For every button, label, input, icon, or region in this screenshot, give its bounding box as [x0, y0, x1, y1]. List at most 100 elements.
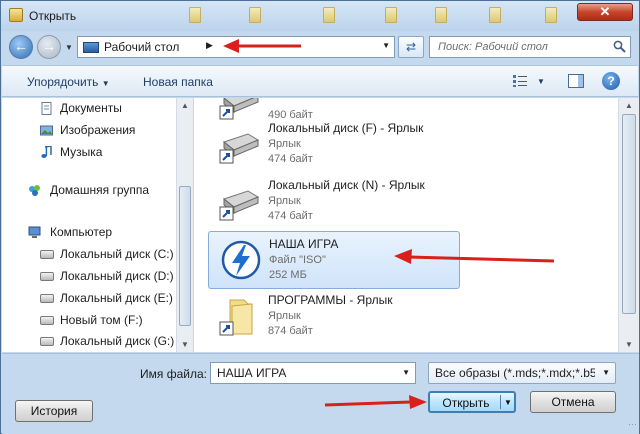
list-item[interactable]	[208, 346, 460, 352]
sidebar-item-homegroup[interactable]: Домашняя группа	[2, 180, 176, 202]
back-button[interactable]: ←	[9, 35, 33, 59]
background-folder-icon	[249, 7, 261, 23]
close-button[interactable]: ✕	[577, 3, 633, 21]
file-size: 252 МБ	[269, 269, 307, 281]
chevron-right-icon[interactable]: ▶	[206, 40, 213, 51]
desktop-icon	[83, 42, 99, 53]
folder-shortcut-icon	[219, 299, 253, 336]
file-size: 474 байт	[268, 153, 313, 165]
scroll-up-icon[interactable]: ▲	[625, 101, 633, 110]
sidebar-item-computer[interactable]: Компьютер	[2, 222, 176, 244]
sidebar-item-label: Домашняя группа	[50, 183, 150, 197]
chevron-down-icon: ▼	[101, 79, 110, 88]
sidebar-item-label: Изображения	[60, 123, 136, 137]
filename-value: НАША ИГРА	[217, 366, 287, 380]
help-button[interactable]: ?	[602, 72, 620, 90]
sidebar-item-drive-c[interactable]: Локальный диск (C:)	[2, 244, 176, 266]
sidebar-item-drive-f[interactable]: Новый том (F:)	[2, 310, 176, 332]
search-placeholder: Поиск: Рабочий стол	[438, 41, 548, 53]
view-list-icon[interactable]	[512, 74, 528, 88]
list-item[interactable]: ПРОГРАММЫ - Ярлык Ярлык 874 байт	[208, 288, 460, 346]
sidebar-item-label: Локальный диск (D:)	[60, 269, 174, 283]
navigation-pane: Документы Изображения Музыка Домашняя гр…	[2, 98, 176, 352]
documents-icon	[41, 102, 52, 115]
scroll-up-icon[interactable]: ▲	[181, 101, 189, 110]
background-folder-icon	[385, 7, 397, 23]
file-type-select[interactable]: Все образы (*.mds;*.mdx;*.b5t; ▼	[428, 362, 616, 384]
drive-shortcut-icon	[219, 133, 260, 164]
list-item[interactable]: Локальный диск (N) - Ярлык Ярлык 474 бай…	[208, 173, 460, 231]
file-type: Файл "ISO"	[269, 254, 326, 266]
background-folder-icon	[323, 7, 335, 23]
open-button[interactable]: Открыть ▼	[428, 391, 516, 413]
file-type: Ярлык	[268, 138, 301, 150]
sidebar-item-label: Новый том (F:)	[60, 313, 143, 327]
search-icon	[613, 40, 626, 53]
file-size: 874 байт	[268, 325, 313, 337]
organize-label: Упорядочить	[27, 75, 99, 89]
address-bar[interactable]: Рабочий стол ▶ ▼	[77, 36, 395, 58]
sidebar-item-pictures[interactable]: Изображения	[2, 120, 176, 142]
recent-pages-dropdown-icon[interactable]: ▼	[65, 43, 73, 52]
list-item[interactable]: Локальный диск (F) - Ярлык Ярлык 474 бай…	[208, 116, 460, 174]
filename-input[interactable]: НАША ИГРА ▼	[210, 362, 416, 384]
computer-icon	[28, 226, 41, 238]
drive-icon	[40, 250, 54, 259]
refresh-button[interactable]: ⇄	[398, 36, 424, 58]
open-file-dialog: Открыть ✕ ← → ▼ Рабочий стол ▶ ▼ ⇄ Поиск…	[0, 0, 640, 434]
forward-button[interactable]: →	[37, 35, 61, 59]
background-folder-icon	[489, 7, 501, 23]
chevron-down-icon: ▼	[602, 368, 610, 377]
scrollbar-thumb[interactable]	[622, 114, 636, 314]
search-input[interactable]: Поиск: Рабочий стол	[429, 36, 631, 58]
preview-pane-icon[interactable]	[568, 74, 584, 88]
sidebar-item-drive-e[interactable]: Локальный диск (E:)	[2, 288, 176, 310]
file-name: Локальный диск (N) - Ярлык	[268, 178, 425, 192]
pictures-icon	[40, 125, 53, 136]
sidebar-item-label: Музыка	[60, 145, 103, 159]
scrollbar-thumb[interactable]	[179, 186, 191, 326]
file-size: 474 байт	[268, 210, 313, 222]
sidebar-item-label: Локальный диск (C:)	[60, 247, 174, 261]
command-toolbar: Упорядочить ▼ Новая папка ▼ ?	[2, 65, 638, 97]
view-options-dropdown-icon[interactable]: ▼	[537, 77, 545, 86]
background-folder-icon	[189, 7, 201, 23]
daemon-tools-iso-icon	[221, 240, 261, 280]
drive-icon	[40, 316, 54, 325]
chevron-down-icon[interactable]: ▼	[382, 41, 390, 50]
navigation-pane-scrollbar[interactable]: ▲ ▼	[176, 98, 193, 352]
sidebar-item-music[interactable]: Музыка	[2, 142, 176, 164]
homegroup-icon	[29, 185, 40, 196]
sidebar-item-documents[interactable]: Документы	[2, 98, 176, 120]
scroll-down-icon[interactable]: ▼	[625, 340, 633, 349]
chevron-down-icon[interactable]: ▼	[402, 368, 410, 377]
file-name: Локальный диск (F) - Ярлык	[268, 121, 424, 135]
file-type: Ярлык	[268, 310, 301, 322]
file-name: НАША ИГРА	[269, 237, 339, 251]
list-item-selected[interactable]: НАША ИГРА Файл "ISO" 252 МБ	[208, 231, 460, 289]
file-list: 490 байт Локальный диск (F) - Ярлык Ярлы…	[194, 98, 618, 352]
drive-icon	[40, 337, 54, 346]
sidebar-item-label: Локальный диск (E:)	[60, 291, 173, 305]
background-folder-icon	[435, 7, 447, 23]
resize-grip-icon[interactable]: ⋯	[628, 419, 637, 430]
new-folder-button[interactable]: Новая папка	[143, 75, 213, 89]
back-arrow-icon: ←	[14, 38, 28, 54]
address-text: Рабочий стол	[104, 40, 180, 54]
organize-button[interactable]: Упорядочить ▼	[27, 75, 110, 89]
sidebar-item-drive-d[interactable]: Локальный диск (D:)	[2, 266, 176, 288]
chevron-down-icon[interactable]: ▼	[504, 393, 512, 413]
scroll-down-icon[interactable]: ▼	[181, 340, 189, 349]
refresh-icon: ⇄	[405, 40, 417, 54]
drive-icon	[40, 272, 54, 281]
background-folder-icon	[545, 7, 557, 23]
dialog-footer: Имя файла: НАША ИГРА ▼ Все образы (*.mds…	[2, 353, 639, 434]
split-separator	[500, 395, 501, 409]
filename-label: Имя файла:	[140, 367, 207, 381]
history-button[interactable]: История	[15, 400, 93, 422]
cancel-button[interactable]: Отмена	[530, 391, 616, 413]
file-list-scrollbar[interactable]: ▲ ▼	[618, 98, 639, 352]
title-bar[interactable]: Открыть ✕	[1, 1, 639, 31]
forward-arrow-icon: →	[42, 38, 56, 54]
sidebar-item-drive-g[interactable]: Локальный диск (G:)	[2, 331, 176, 352]
